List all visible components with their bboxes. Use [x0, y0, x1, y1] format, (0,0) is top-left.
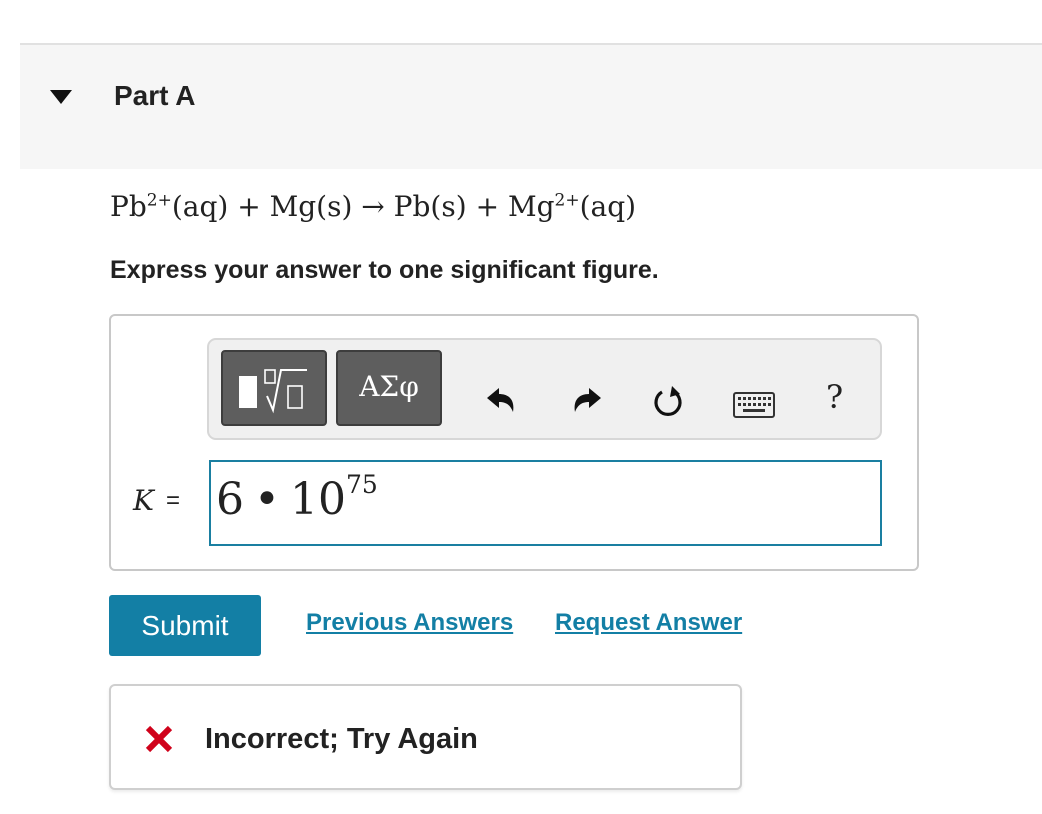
- greek-symbols-button[interactable]: ΑΣφ: [336, 350, 442, 426]
- instruction-text: Express your answer to one significant f…: [110, 256, 659, 284]
- eq-arrow: →: [361, 190, 385, 223]
- request-answer-link[interactable]: Request Answer: [555, 609, 742, 637]
- help-button[interactable]: ?: [826, 378, 843, 416]
- answer-value: 6 • 1075: [216, 470, 378, 525]
- eq-ion2: Mg: [507, 190, 555, 223]
- reset-icon[interactable]: [652, 385, 686, 419]
- eq-state1: (aq): [171, 190, 229, 223]
- eq-ion1-charge: 2+: [146, 190, 172, 211]
- eq-state2: (aq): [579, 190, 637, 223]
- chemical-equation: Pb2+(aq) + Mg(s) → Pb(s) + Mg2+(aq): [110, 190, 636, 223]
- submit-button[interactable]: Submit: [109, 595, 261, 656]
- eq-reactant2: Mg(s): [269, 190, 353, 223]
- answer-base: 10: [289, 474, 346, 525]
- templates-button[interactable]: [221, 350, 327, 426]
- eq-product1: Pb(s): [393, 190, 467, 223]
- eq-plus2: +: [475, 190, 500, 223]
- collapse-triangle-icon[interactable]: [48, 88, 74, 106]
- answer-operator: •: [254, 474, 280, 525]
- part-title: Part A: [114, 80, 196, 111]
- incorrect-x-icon: [145, 725, 173, 753]
- feedback-text: Incorrect; Try Again: [205, 723, 478, 755]
- answer-exponent: 75: [345, 470, 378, 499]
- greek-symbols-label: ΑΣφ: [359, 370, 419, 403]
- answer-coefficient: 6: [216, 474, 244, 525]
- eq-plus1: +: [237, 190, 261, 223]
- templates-sqrt-icon: [239, 369, 307, 414]
- eq-ion1: Pb: [110, 190, 147, 223]
- previous-answers-link[interactable]: Previous Answers: [306, 609, 513, 637]
- undo-icon[interactable]: [485, 386, 517, 416]
- answer-equals: =: [166, 487, 181, 514]
- redo-icon[interactable]: [571, 386, 603, 416]
- eq-ion2-charge: 2+: [554, 190, 580, 211]
- answer-variable: K: [133, 484, 154, 517]
- keyboard-icon[interactable]: [733, 392, 775, 418]
